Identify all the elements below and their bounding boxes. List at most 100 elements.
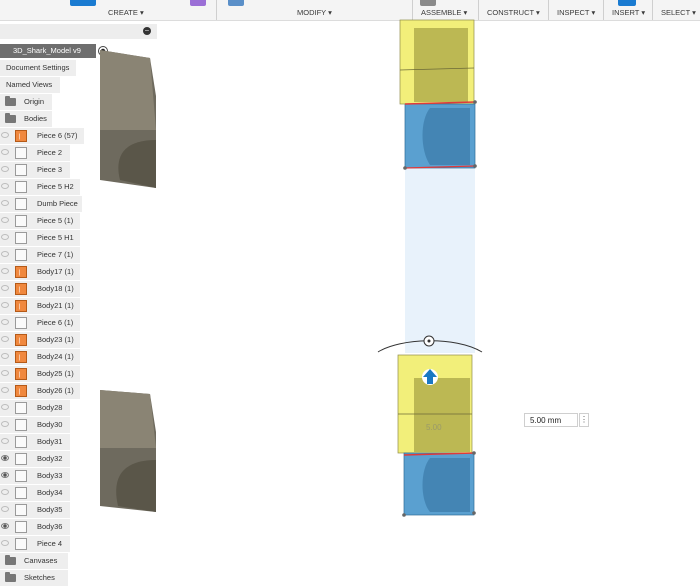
divider [478,0,479,20]
eye-icon[interactable] [1,149,9,155]
eye-icon[interactable] [1,404,9,410]
canvases-folder[interactable]: Canvases [0,553,68,569]
select-menu[interactable]: SELECT ▾ [661,8,696,17]
body-icon [15,249,27,261]
eye-icon[interactable] [1,489,9,495]
body-row[interactable]: Body17 (1) [0,264,80,280]
body-row[interactable]: Body30 [0,417,70,433]
body-row[interactable]: Body33 [0,468,70,484]
item-label: Body21 (1) [37,301,74,310]
eye-icon[interactable] [1,302,9,308]
eye-icon[interactable] [1,217,9,223]
eye-icon[interactable] [1,438,9,444]
joint-icon[interactable] [420,0,436,6]
divider [603,0,604,20]
eye-icon[interactable] [1,370,9,376]
body-row[interactable]: Body32 [0,451,70,467]
eye-icon[interactable] [1,540,9,546]
toolbar: CREATE ▾ MODIFY ▾ ASSEMBLE ▾ CONSTRUCT ▾… [0,0,700,21]
body-row[interactable]: Piece 5 H1 [0,230,80,246]
body-row[interactable]: Piece 5 H2 [0,179,80,195]
bodies-folder[interactable]: Bodies [0,111,52,127]
eye-icon[interactable] [1,166,9,172]
item-label: Body30 [37,420,63,429]
body-row[interactable]: Piece 4 [0,536,70,552]
body-row[interactable]: Piece 3 [0,162,70,178]
eye-icon[interactable] [1,455,9,461]
eye-icon[interactable] [1,132,9,138]
create-menu[interactable]: CREATE ▾ [108,8,144,17]
body-icon [15,198,27,210]
body-row[interactable]: Piece 6 (1) [0,315,80,331]
eye-icon[interactable] [1,251,9,257]
assemble-menu[interactable]: ASSEMBLE ▾ [421,8,467,17]
sketches-folder[interactable]: Sketches [0,570,68,586]
item-label: Body32 [37,454,63,463]
body-row[interactable]: Body36 [0,519,70,535]
rotate-handle [423,335,435,347]
body-row[interactable]: Body28 [0,400,70,416]
body-row[interactable]: Body18 (1) [0,281,80,297]
body-row[interactable]: Body24 (1) [0,349,80,365]
inspect-menu[interactable]: INSPECT ▾ [557,8,595,17]
body-icon [15,402,27,414]
modify-menu[interactable]: MODIFY ▾ [297,8,332,17]
body-row[interactable]: Body25 (1) [0,366,80,382]
eye-icon[interactable] [1,421,9,427]
item-label: Body36 [37,522,63,531]
collapse-icon[interactable]: – [143,27,151,35]
body-row[interactable]: Piece 2 [0,145,70,161]
body-row[interactable]: Body21 (1) [0,298,80,314]
item-label: Piece 6 (1) [37,318,74,327]
insert-icon[interactable] [618,0,636,6]
body-row[interactable]: Body34 [0,485,70,501]
body-row[interactable]: Piece 6 (57) [0,128,84,144]
body-icon [15,232,27,244]
folder-icon [5,96,16,106]
extrude-icon[interactable] [228,0,244,6]
eye-icon[interactable] [1,268,9,274]
document-settings[interactable]: Document Settings [0,60,76,76]
item-label: Body24 (1) [37,352,74,361]
named-views[interactable]: Named Views [0,77,60,93]
item-label: Body23 (1) [37,335,74,344]
extrude-arrow-icon [422,369,438,385]
body-icon [15,300,27,312]
eye-icon[interactable] [1,353,9,359]
distance-input[interactable]: 5.00 mm [524,413,578,427]
activate-radio-icon[interactable] [98,46,108,56]
browser-root[interactable]: 3D_Shark_Model v9 [0,44,96,58]
folder-icon [5,113,16,123]
eye-icon[interactable] [1,183,9,189]
create-sketch-icon[interactable] [70,0,96,6]
item-label: Body35 [37,505,63,514]
body-row[interactable]: Body31 [0,434,70,450]
body-icon [15,351,27,363]
eye-icon[interactable] [1,200,9,206]
eye-icon[interactable] [1,506,9,512]
body-row[interactable]: Piece 7 (1) [0,247,80,263]
item-label: Body26 (1) [37,386,74,395]
divider [412,0,413,20]
body-row[interactable]: Body35 [0,502,70,518]
eye-icon[interactable] [1,523,9,529]
eye-icon[interactable] [1,319,9,325]
eye-icon[interactable] [1,285,9,291]
eye-icon[interactable] [1,234,9,240]
eye-icon[interactable] [1,472,9,478]
body-row[interactable]: Piece 5 (1) [0,213,80,229]
body-row[interactable]: Dumb Piece [0,196,82,212]
item-label: Dumb Piece [37,199,78,208]
construct-menu[interactable]: CONSTRUCT ▾ [487,8,540,17]
body-icon [15,164,27,176]
body-icon [15,385,27,397]
eye-icon[interactable] [1,336,9,342]
body-row[interactable]: Body23 (1) [0,332,80,348]
ghost-dimension-label: 5.00 [426,423,442,432]
eye-icon[interactable] [1,387,9,393]
more-options-icon[interactable]: ⋮ [579,413,589,427]
insert-menu[interactable]: INSERT ▾ [612,8,645,17]
body-row[interactable]: Body26 (1) [0,383,80,399]
origin-folder[interactable]: Origin [0,94,52,110]
form-icon[interactable] [190,0,206,6]
